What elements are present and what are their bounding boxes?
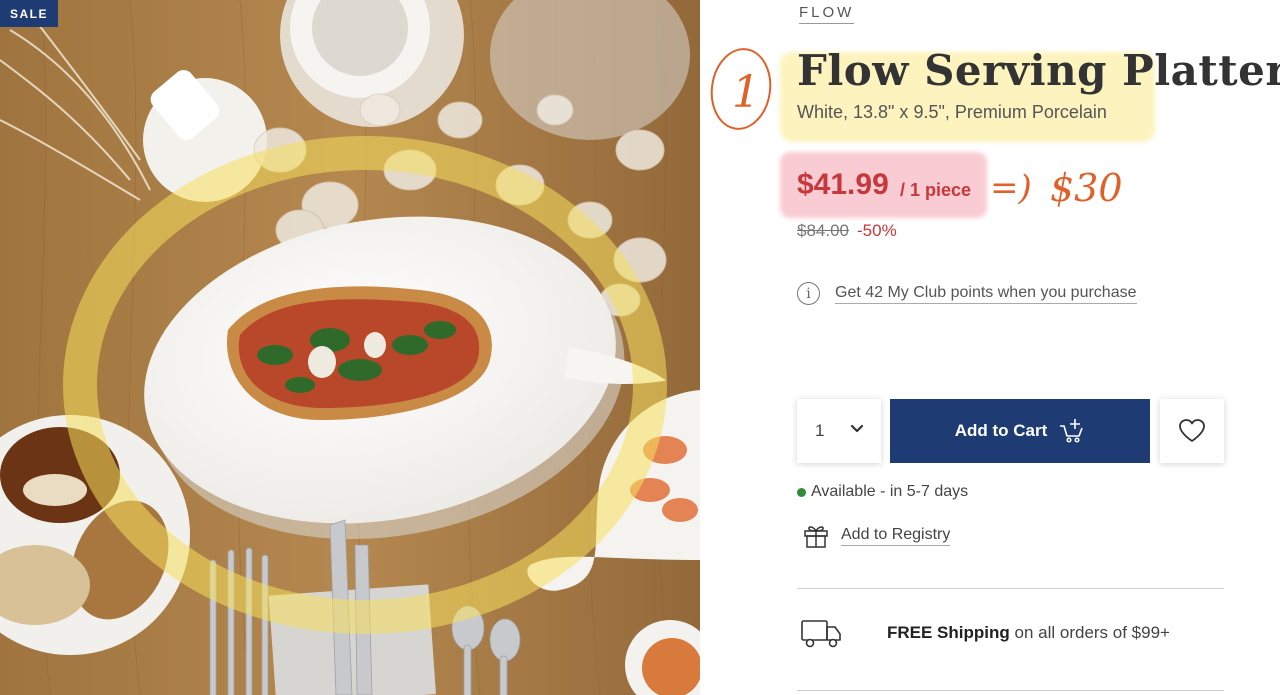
sale-price: $41.99: [797, 168, 889, 201]
club-points-row: i Get 42 My Club points when you purchas…: [797, 282, 1137, 305]
divider: [797, 588, 1224, 589]
add-to-cart-label: Add to Cart: [954, 421, 1048, 440]
product-subtitle: White, 13.8" x 9.5", Premium Porcelain: [797, 102, 1107, 122]
club-points-link[interactable]: Get 42 My Club points when you purchase: [835, 284, 1137, 304]
discount-percent: -50%: [857, 221, 897, 240]
wishlist-button[interactable]: [1160, 399, 1224, 463]
gift-icon: [804, 526, 828, 548]
add-to-cart-button[interactable]: Add to Cart: [890, 399, 1150, 463]
svg-text:1: 1: [732, 67, 760, 118]
product-photo-illustration: [0, 0, 700, 695]
circled-number-annotation: 1: [710, 48, 772, 130]
quantity-value: 1: [815, 421, 825, 440]
svg-text:=): =): [990, 168, 1032, 208]
shipping-bold: FREE Shipping: [887, 623, 1010, 642]
availability-text: Available - in 5-7 days: [811, 483, 969, 500]
status-dot: [797, 487, 806, 497]
price-note-annotation: =) $30: [990, 166, 1123, 210]
availability-status: Available - in 5-7 days: [797, 483, 968, 501]
quantity-select[interactable]: 1: [797, 399, 881, 463]
product-title: Flow Serving Platter: [797, 46, 1280, 95]
add-to-registry-link[interactable]: Add to Registry: [841, 526, 951, 546]
price-unit: / 1 piece: [900, 180, 972, 200]
sale-badge: SALE: [0, 0, 58, 27]
add-to-registry[interactable]: Add to Registry: [803, 523, 951, 549]
info-icon[interactable]: i: [797, 282, 820, 305]
heart-icon: [1179, 419, 1205, 442]
original-price: $84.00: [797, 221, 849, 240]
chevron-down-icon: [850, 424, 864, 433]
shipping-rest: on all orders of $99+: [1009, 623, 1170, 642]
brand-link[interactable]: FLOW: [799, 4, 855, 24]
product-image[interactable]: SALE: [0, 0, 700, 695]
cart-plus-icon: [1060, 419, 1084, 443]
svg-text:$30: $30: [1050, 166, 1123, 210]
shipping-info: FREE Shipping on all orders of $99+: [800, 617, 1170, 649]
truck-icon: [801, 620, 841, 648]
shipping-text: FREE Shipping on all orders of $99+: [887, 623, 1170, 643]
divider: [797, 690, 1224, 691]
